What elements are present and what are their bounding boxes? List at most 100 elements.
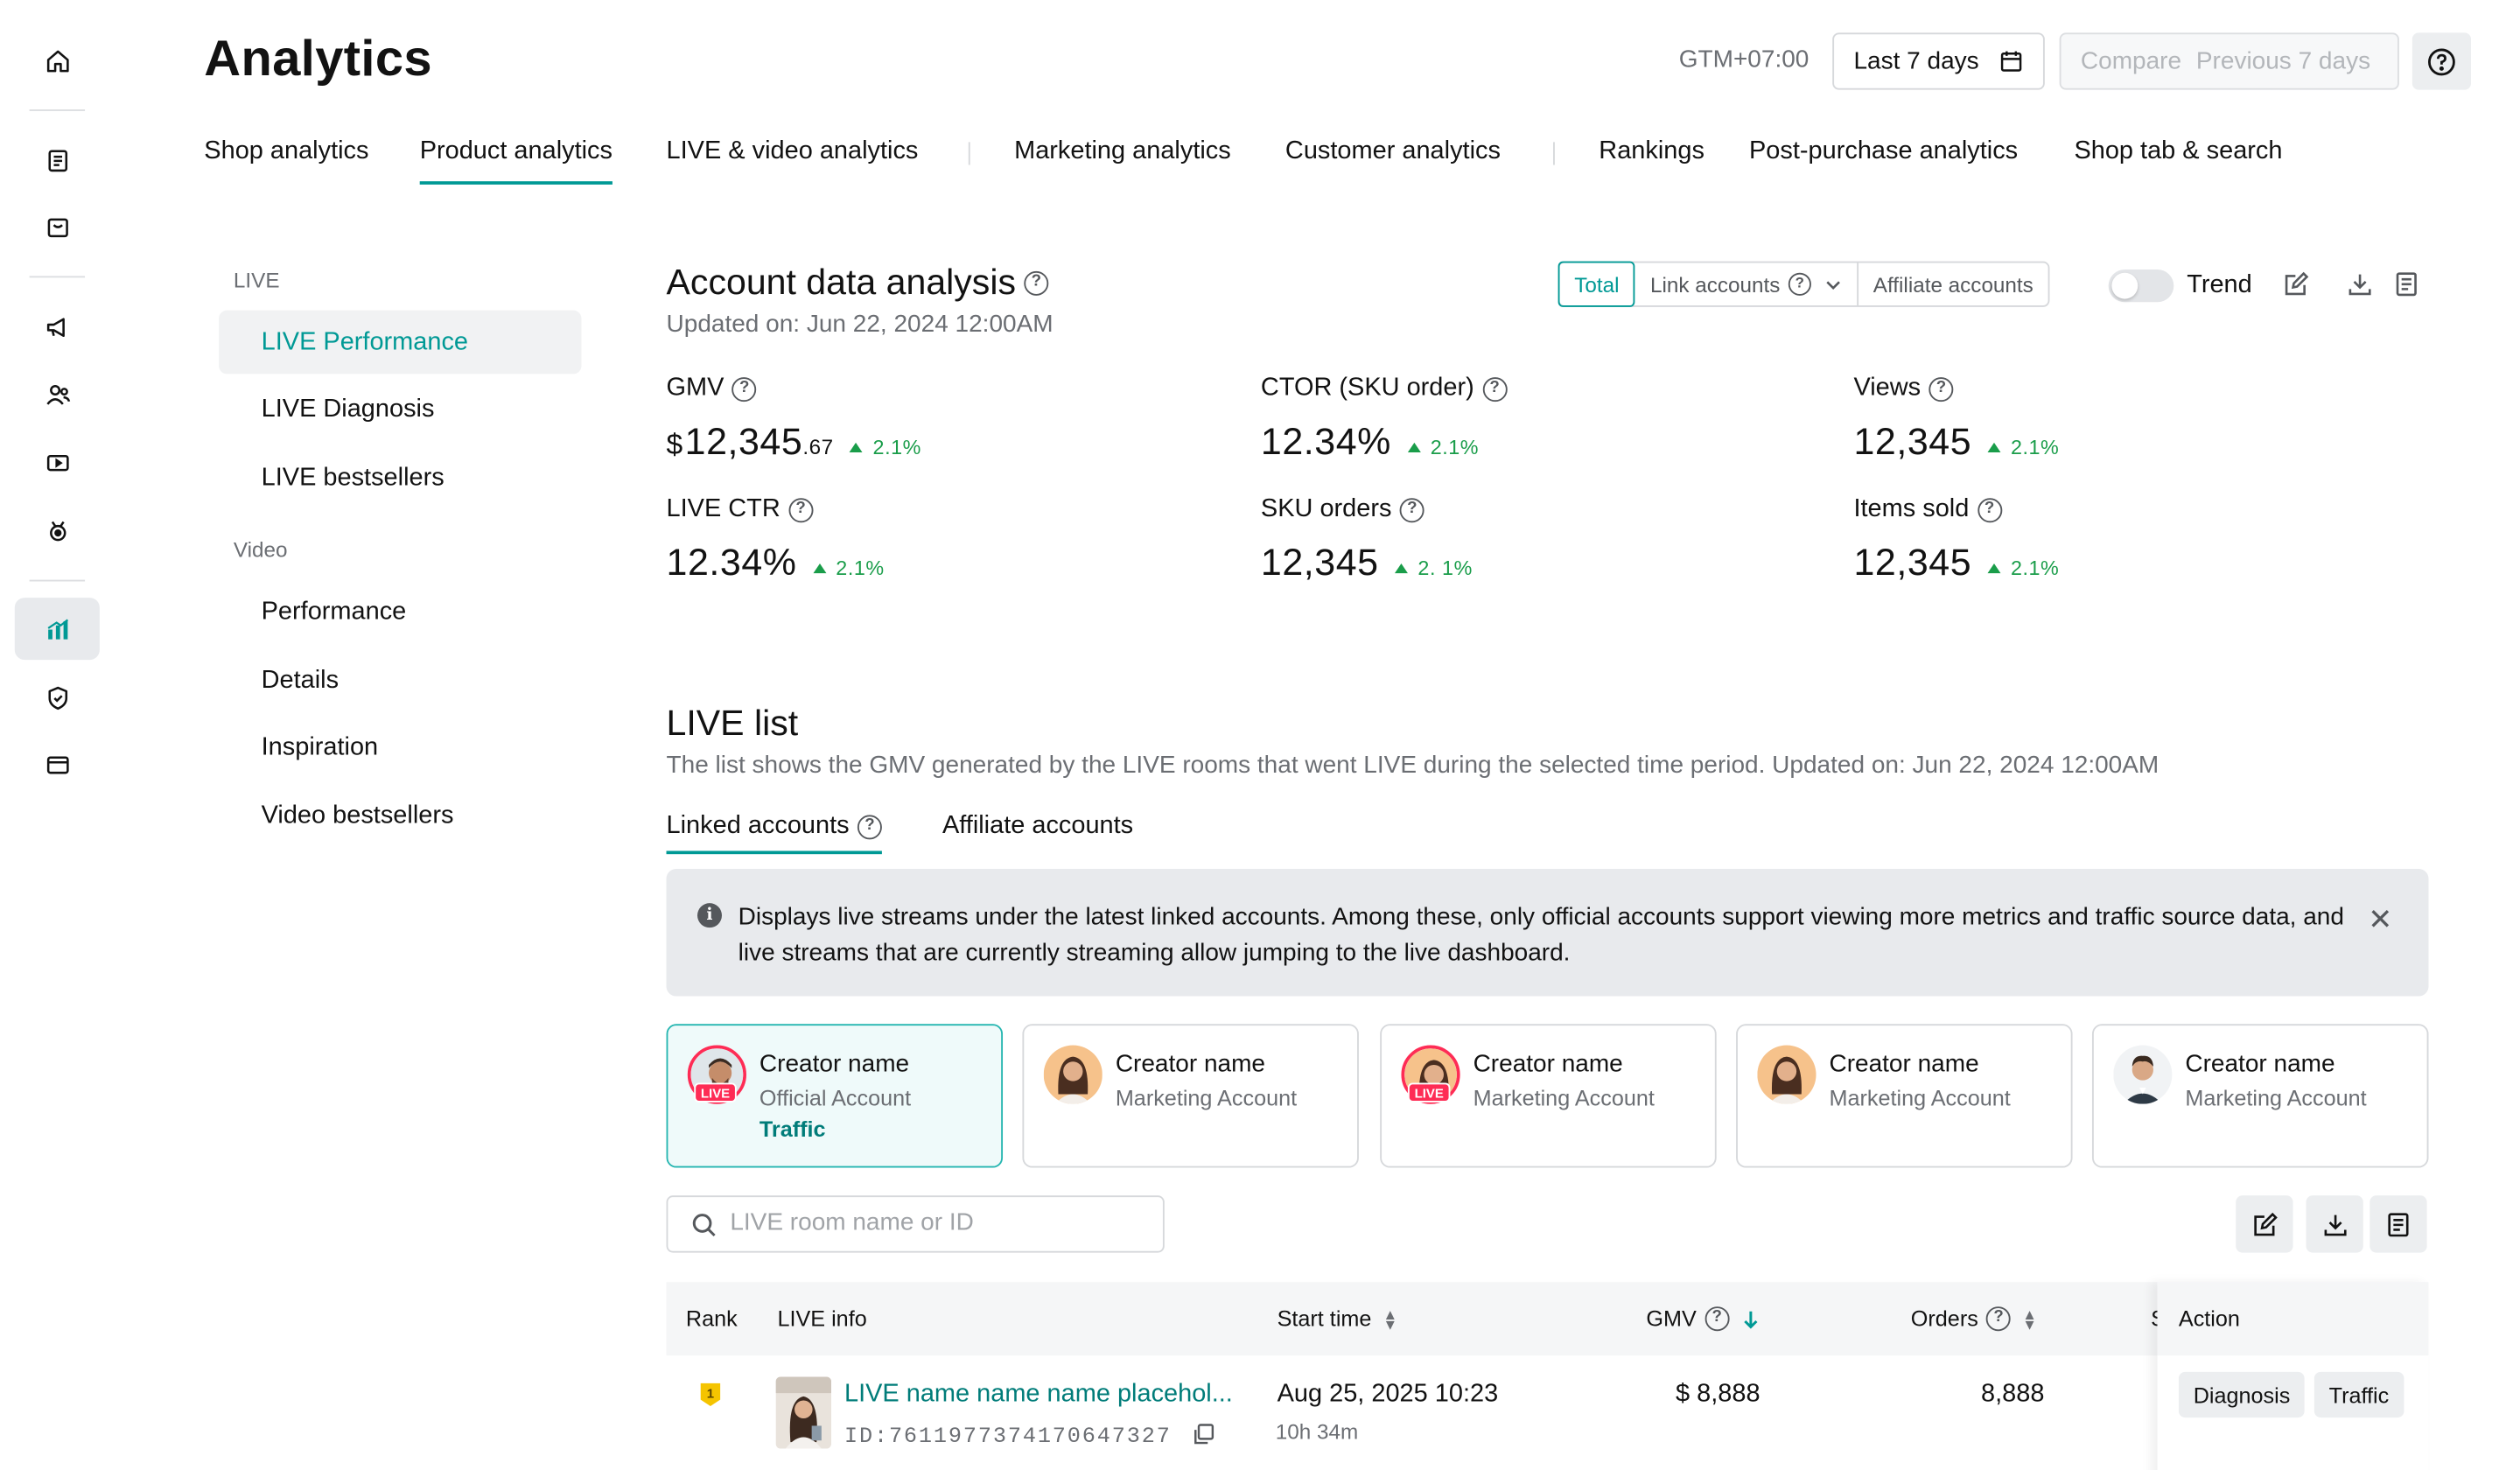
- traffic-button[interactable]: Traffic: [2314, 1371, 2404, 1418]
- live-room-search: [666, 1195, 1165, 1253]
- creator-icon[interactable]: [15, 500, 100, 562]
- info-banner-text: Displays live streams under the latest l…: [738, 903, 2344, 967]
- tab-marketing-analytics[interactable]: Marketing analytics: [1014, 137, 1231, 167]
- live-badge: LIVE: [1407, 1082, 1451, 1102]
- gmv-value: $ 8,888: [1676, 1380, 1760, 1408]
- metric-views: Views? 12,345 2.1%: [1853, 373, 2059, 465]
- date-range-picker[interactable]: Last 7 days: [1832, 32, 2045, 90]
- help-icon[interactable]: ?: [1986, 1306, 2012, 1332]
- nav-item-live-performance[interactable]: LIVE Performance: [219, 310, 582, 374]
- compare-button[interactable]: Compare Previous 7 days: [2059, 32, 2399, 90]
- nav-item-video-performance[interactable]: Performance: [219, 580, 581, 644]
- subtab-linked-accounts[interactable]: Linked accounts ?: [666, 812, 883, 855]
- sort-icon[interactable]: ▲ ▼: [2022, 1306, 2037, 1331]
- creator-card[interactable]: LIVE Creator name Official Account Traff…: [666, 1024, 1004, 1168]
- nav-item-video-inspiration[interactable]: Inspiration: [219, 716, 581, 780]
- help-icon: [2428, 47, 2455, 75]
- live-room-id-text: ID:7611977374170647327: [844, 1425, 1172, 1451]
- shield-icon[interactable]: [15, 667, 100, 729]
- tab-customer-analytics[interactable]: Customer analytics: [1285, 137, 1501, 167]
- video-icon[interactable]: [15, 431, 100, 494]
- help-icon[interactable]: ?: [1482, 376, 1508, 402]
- nav-item-video-details[interactable]: Details: [219, 648, 581, 712]
- help-icon[interactable]: ?: [1024, 270, 1049, 295]
- help-icon[interactable]: ?: [1399, 497, 1424, 522]
- metric-change: 2.1%: [1408, 436, 1480, 458]
- segment-link-accounts-label: Link accounts: [1650, 271, 1781, 297]
- search-icon: [692, 1214, 716, 1237]
- close-icon[interactable]: ✕: [2368, 903, 2392, 937]
- tab-shop-analytics[interactable]: Shop analytics: [204, 137, 368, 167]
- help-icon[interactable]: ?: [732, 376, 757, 402]
- live-list-title: LIVE list: [666, 702, 799, 744]
- live-list-description: The list shows the GMV generated by the …: [666, 751, 2160, 780]
- creator-account-type: Marketing Account: [2185, 1086, 2367, 1111]
- orders-value: 8,888: [1981, 1380, 2045, 1408]
- help-icon[interactable]: ?: [857, 814, 882, 839]
- col-gmv[interactable]: GMV ?: [1646, 1306, 1759, 1332]
- download-icon[interactable]: [2347, 271, 2373, 298]
- products-icon[interactable]: [15, 196, 100, 258]
- analytics-chart-icon[interactable]: [14, 598, 100, 661]
- compare-range: Previous 7 days: [2195, 47, 2371, 75]
- avatar: [2113, 1045, 2173, 1104]
- report-icon[interactable]: [2394, 271, 2418, 298]
- help-icon[interactable]: ?: [788, 497, 814, 522]
- info-banner: i Displays live streams under the latest…: [666, 868, 2429, 997]
- creator-card[interactable]: Creator name Marketing Account: [1022, 1024, 1359, 1168]
- orders-icon[interactable]: [15, 129, 100, 191]
- segment-link-accounts[interactable]: Link accounts ?: [1635, 262, 1859, 306]
- subtab-affiliate-accounts[interactable]: Affiliate accounts: [942, 812, 1133, 842]
- home-icon[interactable]: [15, 30, 100, 92]
- metric-label: GMV: [666, 374, 724, 402]
- metric-decimal: .67: [802, 434, 834, 459]
- nav-item-live-bestsellers[interactable]: LIVE bestsellers: [219, 446, 581, 510]
- customers-icon[interactable]: [15, 362, 100, 424]
- tab-live-video-analytics[interactable]: LIVE & video analytics: [667, 137, 919, 167]
- col-rank: Rank: [685, 1306, 738, 1332]
- col-gmv-label: GMV: [1646, 1306, 1697, 1332]
- live-room-name-link[interactable]: LIVE name name name placehol...: [844, 1380, 1233, 1410]
- traffic-link[interactable]: Traffic: [760, 1117, 826, 1142]
- metric-change: 2.1%: [813, 556, 885, 579]
- metric-sku-orders: SKU orders? 12,345 2. 1%: [1261, 494, 1473, 585]
- help-button[interactable]: [2412, 32, 2472, 90]
- start-time: Aug 25, 2025 10:23: [1277, 1380, 1499, 1408]
- copy-icon[interactable]: [1193, 1423, 1215, 1446]
- help-icon[interactable]: ?: [1977, 497, 2002, 522]
- wallet-icon[interactable]: [15, 733, 100, 795]
- help-icon[interactable]: ?: [1928, 376, 1954, 402]
- tab-shop-tab-search[interactable]: Shop tab & search: [2074, 137, 2282, 167]
- avatar: [1757, 1045, 1816, 1104]
- creator-name: Creator name: [759, 1050, 910, 1078]
- creator-card[interactable]: Creator name Marketing Account: [2091, 1024, 2429, 1168]
- tab-post-purchase-analytics[interactable]: Post-purchase analytics: [1749, 137, 2018, 167]
- creator-card[interactable]: LIVE Creator name Marketing Account: [1380, 1024, 1717, 1168]
- segment-total[interactable]: Total: [1558, 261, 1636, 307]
- creator-card[interactable]: Creator name Marketing Account: [1736, 1024, 2073, 1168]
- live-thumbnail: [775, 1376, 832, 1449]
- nav-item-video-bestsellers[interactable]: Video bestsellers: [219, 784, 581, 848]
- download-button[interactable]: [2306, 1195, 2363, 1253]
- help-icon[interactable]: ?: [1704, 1306, 1730, 1332]
- col-start-time[interactable]: Start time ▲ ▼: [1278, 1306, 1398, 1331]
- edit-columns-button[interactable]: [2236, 1195, 2293, 1253]
- metric-change: 2.1%: [1988, 556, 2060, 579]
- edit-icon[interactable]: [2283, 271, 2309, 298]
- search-input[interactable]: [730, 1208, 1138, 1236]
- col-orders[interactable]: Orders ? ▲ ▼: [1911, 1306, 2037, 1332]
- live-room-id: ID:7611977374170647327: [844, 1423, 1215, 1451]
- marketing-megaphone-icon[interactable]: [15, 296, 100, 358]
- creator-name: Creator name: [1829, 1050, 1979, 1078]
- report-button[interactable]: [2370, 1195, 2427, 1253]
- nav-item-live-diagnosis[interactable]: LIVE Diagnosis: [219, 377, 581, 441]
- tab-product-analytics[interactable]: Product analytics: [419, 137, 613, 185]
- segment-affiliate-accounts[interactable]: Affiliate accounts: [1858, 263, 2048, 306]
- tab-rankings[interactable]: Rankings: [1599, 137, 1704, 167]
- sort-desc-icon[interactable]: [1742, 1309, 1759, 1328]
- creator-account-type: Marketing Account: [1473, 1086, 1655, 1111]
- col-live-info: LIVE info: [777, 1306, 867, 1332]
- sort-icon[interactable]: ▲ ▼: [1382, 1306, 1397, 1331]
- trend-toggle[interactable]: [2108, 269, 2174, 303]
- diagnosis-button[interactable]: Diagnosis: [2178, 1371, 2306, 1418]
